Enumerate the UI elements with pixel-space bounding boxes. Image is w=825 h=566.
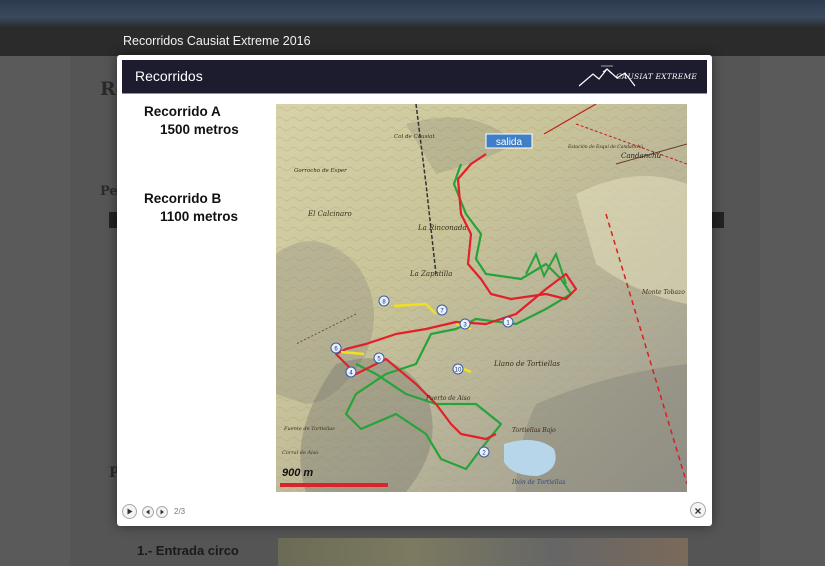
scale-label: 900 m	[282, 467, 313, 479]
site-title[interactable]: Recorridos Causiat Extreme 2016	[123, 34, 311, 48]
route-b-name: Recorrido B	[144, 191, 222, 206]
place-label: Gorrocho de Esper	[294, 168, 347, 174]
place-label: Monte Tobazo	[641, 289, 685, 296]
route-a-length: 1500 metros	[160, 122, 239, 137]
start-label: salida	[496, 137, 523, 148]
slide-counter: 2/3	[174, 507, 186, 516]
place-label: Candanchú	[621, 152, 662, 160]
route-a-name: Recorrido A	[144, 104, 221, 119]
background-bar-right	[712, 212, 724, 228]
place-label: Estación de Esquí de Candanchú	[567, 143, 643, 150]
previous-icon	[146, 509, 150, 515]
lightbox-title: Recorridos	[135, 68, 203, 84]
lightbox-header: Recorridos CAUSIAT EXTREME	[122, 60, 707, 94]
place-label: La Zapatilla	[409, 270, 452, 278]
background-list-item: 1.- Entrada circo	[137, 543, 239, 558]
next-button[interactable]	[156, 506, 168, 518]
place-label: El Calcinaro	[307, 210, 352, 218]
place-label: La Rinconada	[417, 224, 467, 232]
background-map-thumbnail	[278, 538, 688, 566]
site-banner	[0, 0, 825, 28]
close-icon	[695, 508, 701, 514]
lightbox: Recorridos CAUSIAT EXTREME Recorrido A 1…	[117, 55, 712, 526]
place-label: Tortiellas Bajo	[512, 427, 556, 434]
place-label: Llano de Tortiellas	[493, 360, 560, 368]
route-map: 8 7 1 3 10 5 4 6 2 Col de Causiat Candan…	[276, 104, 687, 492]
place-label: Fuente de Tortiellas	[283, 426, 335, 432]
close-button[interactable]	[690, 502, 706, 518]
previous-button[interactable]	[142, 506, 154, 518]
place-label: Puerto de Aiso	[425, 395, 471, 402]
place-label: Col de Causiat	[394, 134, 435, 140]
route-b-length: 1100 metros	[160, 209, 239, 224]
checkpoint-label: 10	[455, 368, 462, 374]
next-icon	[160, 509, 164, 515]
play-button[interactable]	[122, 504, 137, 519]
play-icon	[127, 508, 133, 515]
place-label: Ibón de Tortiellas	[511, 479, 565, 486]
causiat-logo: CAUSIAT EXTREME	[577, 64, 697, 90]
topographic-map: 8 7 1 3 10 5 4 6 2 Col de Causiat Candan…	[276, 104, 687, 492]
scale-bar	[280, 483, 388, 487]
logo-text: CAUSIAT EXTREME	[615, 72, 697, 81]
place-label: Corral de Aiso	[282, 450, 318, 456]
